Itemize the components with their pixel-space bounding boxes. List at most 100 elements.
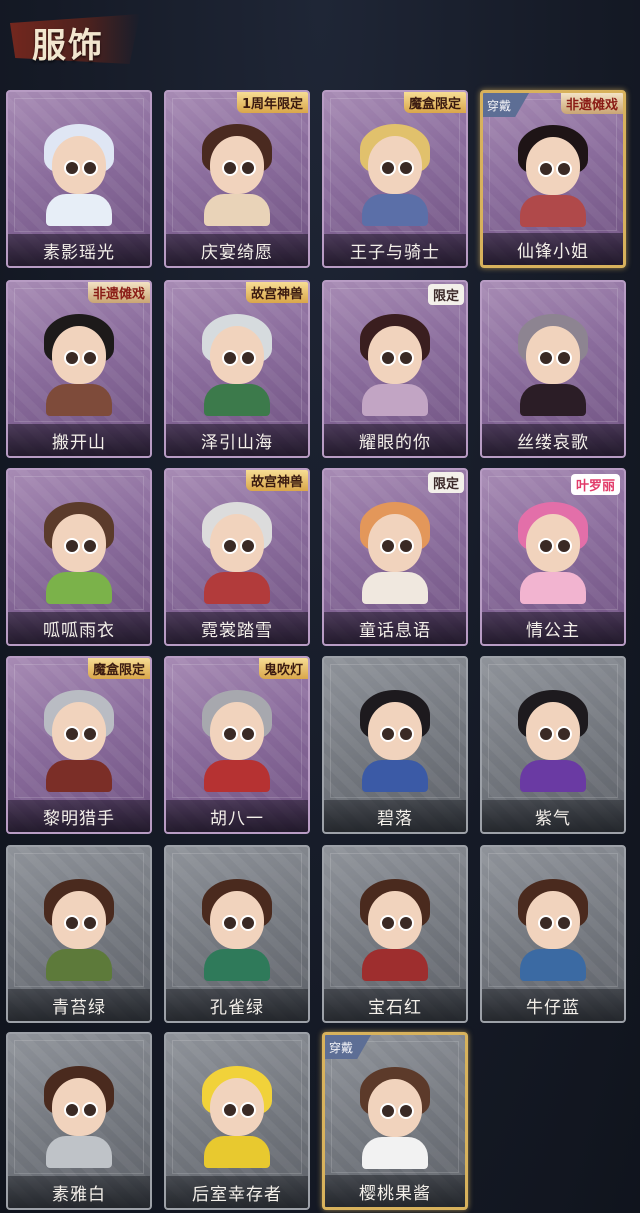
costume-card[interactable]: 叶罗丽情公主 [480, 468, 626, 646]
costume-card[interactable]: 限定 耀眼的你 [322, 280, 468, 458]
costume-name: 素影瑶光 [43, 242, 115, 263]
character-portrait [194, 492, 280, 604]
portrait-eye [398, 915, 414, 931]
portrait-eye [538, 161, 554, 177]
page-header: 服饰 [0, 0, 640, 82]
portrait-eye [398, 726, 414, 742]
costume-card[interactable]: 孔雀绿 [164, 845, 310, 1023]
costume-name-bar: 樱桃果酱 [325, 1175, 465, 1207]
costume-name-bar: 呱呱雨衣 [8, 612, 150, 644]
costume-name: 樱桃果酱 [359, 1183, 431, 1204]
portrait-eye [380, 915, 396, 931]
costume-card[interactable]: 呱呱雨衣 [6, 468, 152, 646]
character-portrait [36, 869, 122, 981]
limited-badge: 限定 [427, 472, 464, 493]
costume-name: 胡八一 [210, 808, 264, 829]
character-portrait [352, 680, 438, 792]
costume-name-bar: 情公主 [482, 612, 624, 644]
costume-card[interactable]: 穿戴 樱桃果酱 [322, 1032, 468, 1210]
costume-name-bar: 素雅白 [8, 1176, 150, 1208]
character-portrait [510, 115, 596, 227]
costume-card[interactable]: 牛仔蓝 [480, 845, 626, 1023]
portrait-outfit [362, 949, 428, 981]
costume-card[interactable]: 限定童话息语 [322, 468, 468, 646]
costume-name: 紫气 [535, 808, 571, 829]
portrait-eye [380, 1103, 396, 1119]
costume-card[interactable]: 魔盒限定 黎明猎手 [6, 656, 152, 834]
costume-name-bar: 仙锋小姐 [483, 233, 623, 265]
portrait-eye [64, 350, 80, 366]
portrait-outfit [520, 195, 586, 227]
character-portrait [510, 680, 596, 792]
portrait-eye [222, 726, 238, 742]
portrait-outfit [46, 194, 112, 226]
portrait-outfit [204, 572, 270, 604]
costume-name: 仙锋小姐 [517, 241, 589, 262]
costume-card[interactable]: 丝缕哀歌 [480, 280, 626, 458]
character-portrait [352, 304, 438, 416]
limited-badge: 非遗傩戏 [87, 282, 150, 303]
costume-name: 素雅白 [52, 1184, 106, 1205]
costume-card[interactable]: 非遗傩戏 搬开山 [6, 280, 152, 458]
costume-name-bar: 宝石红 [324, 989, 466, 1021]
limited-badge: 1周年限定 [236, 92, 308, 113]
portrait-outfit [204, 760, 270, 792]
costume-card[interactable]: 素雅白 [6, 1032, 152, 1210]
costume-card[interactable]: 故宫神兽 泽引山海 [164, 280, 310, 458]
portrait-outfit [46, 760, 112, 792]
character-portrait [510, 492, 596, 604]
costume-card[interactable]: 素影瑶光 [6, 90, 152, 268]
costume-card[interactable]: 1周年限定庆宴绮愿 [164, 90, 310, 268]
portrait-eye [538, 538, 554, 554]
portrait-eye [82, 915, 98, 931]
costume-card[interactable]: 非遗傩戏 穿戴 仙锋小姐 [480, 90, 626, 268]
costume-card[interactable]: 故宫神兽 霓裳踏雪 [164, 468, 310, 646]
portrait-eye [556, 161, 572, 177]
portrait-eye [240, 1102, 256, 1118]
costume-card[interactable]: 魔盒限定 王子与骑士 [322, 90, 468, 268]
costume-name-bar: 胡八一 [166, 800, 308, 832]
portrait-eye [398, 1103, 414, 1119]
portrait-eye [64, 915, 80, 931]
costume-name: 碧落 [377, 808, 413, 829]
portrait-eye [222, 350, 238, 366]
portrait-eye [380, 350, 396, 366]
costume-name: 王子与骑士 [350, 242, 440, 263]
costume-card[interactable]: 紫气 [480, 656, 626, 834]
portrait-eye [82, 160, 98, 176]
costume-name: 青苔绿 [52, 997, 106, 1018]
character-portrait [36, 304, 122, 416]
costume-card[interactable]: 后室幸存者 [164, 1032, 310, 1210]
costume-card[interactable]: 鬼吹灯胡八一 [164, 656, 310, 834]
costume-name: 宝石红 [368, 997, 422, 1018]
character-portrait [36, 1056, 122, 1168]
costume-name-bar: 碧落 [324, 800, 466, 832]
portrait-eye [82, 1102, 98, 1118]
costume-name-bar: 庆宴绮愿 [166, 234, 308, 266]
character-portrait [194, 114, 280, 226]
costume-card[interactable]: 碧落 [322, 656, 468, 834]
costume-name-bar: 童话息语 [324, 612, 466, 644]
portrait-outfit [520, 949, 586, 981]
portrait-eye [240, 350, 256, 366]
costume-card[interactable]: 宝石红 [322, 845, 468, 1023]
portrait-eye [240, 915, 256, 931]
limited-badge: 故宫神兽 [245, 470, 308, 491]
costume-name-bar: 王子与骑士 [324, 234, 466, 266]
portrait-eye [240, 160, 256, 176]
page-title: 服饰 [32, 26, 104, 66]
portrait-eye [82, 538, 98, 554]
limited-badge: 故宫神兽 [245, 282, 308, 303]
portrait-outfit [204, 384, 270, 416]
portrait-outfit [362, 760, 428, 792]
limited-badge: 叶罗丽 [570, 474, 620, 495]
portrait-outfit [46, 572, 112, 604]
costume-name-bar: 孔雀绿 [166, 989, 308, 1021]
portrait-outfit [46, 1136, 112, 1168]
costume-name: 黎明猎手 [43, 808, 115, 829]
limited-badge: 鬼吹灯 [258, 658, 308, 679]
portrait-eye [398, 160, 414, 176]
portrait-eye [556, 538, 572, 554]
costume-card[interactable]: 青苔绿 [6, 845, 152, 1023]
character-portrait [194, 1056, 280, 1168]
